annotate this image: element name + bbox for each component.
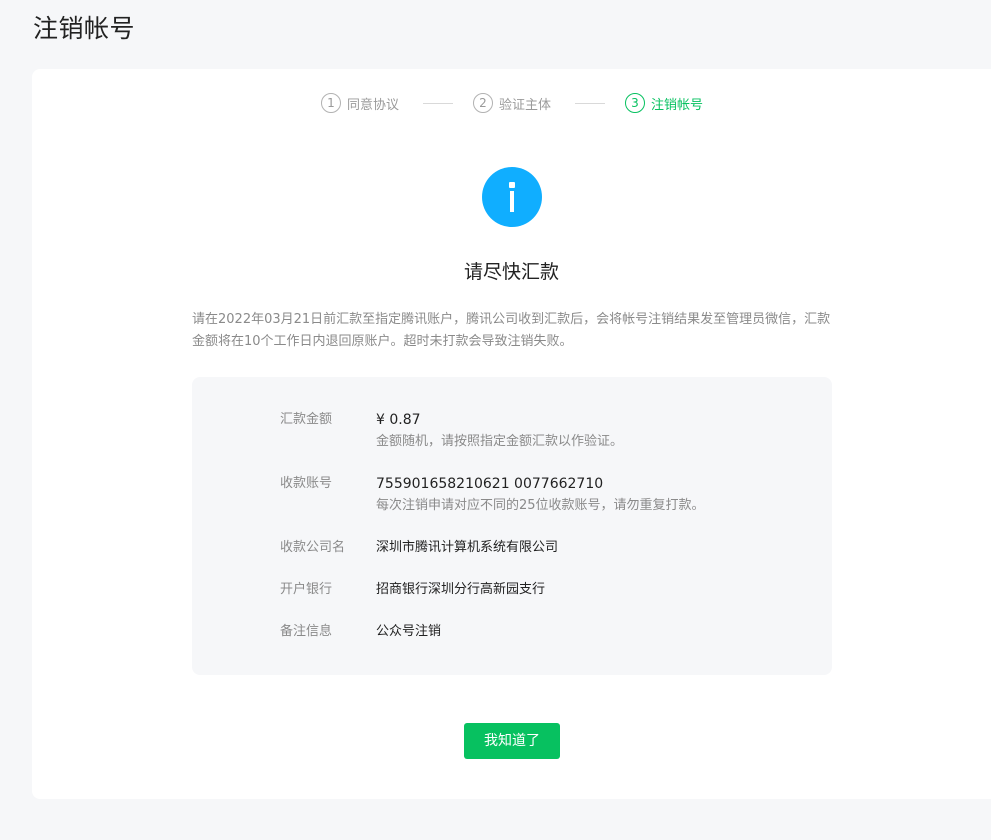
detail-row-account: 收款账号 755901658210621 0077662710 每次注销申请对应… xyxy=(280,474,705,516)
step-3: 3 注销帐号 xyxy=(625,93,703,113)
step-3-label: 注销帐号 xyxy=(651,97,704,113)
page-title: 注销帐号 xyxy=(33,14,136,43)
remark-label: 备注信息 xyxy=(280,624,333,639)
amount-hint: 金额随机，请按照指定金额汇款以作验证。 xyxy=(376,434,624,449)
step-1-number: 1 xyxy=(321,93,341,113)
main-card: 1 同意协议 2 验证主体 3 注销帐号 请尽快汇款 请在2022年03月21日… xyxy=(32,69,991,799)
remittance-details: 汇款金额 ¥ 0.87 金额随机，请按照指定金额汇款以作验证。 收款账号 755… xyxy=(192,377,832,675)
detail-row-bank: 开户银行 招商银行深圳分行高新园支行 xyxy=(280,580,545,600)
detail-row-amount: 汇款金额 ¥ 0.87 金额随机，请按照指定金额汇款以作验证。 xyxy=(280,410,623,452)
detail-row-remark: 备注信息 公众号注销 xyxy=(280,622,441,642)
step-2-label: 验证主体 xyxy=(499,97,552,113)
info-icon xyxy=(482,167,542,227)
step-indicator: 1 同意协议 2 验证主体 3 注销帐号 xyxy=(32,93,991,113)
step-2: 2 验证主体 xyxy=(473,93,551,113)
step-1: 1 同意协议 xyxy=(321,93,399,113)
account-hint: 每次注销申请对应不同的25位收款账号，请勿重复打款。 xyxy=(376,498,705,513)
step-2-number: 2 xyxy=(473,93,493,113)
step-3-number: 3 xyxy=(625,93,645,113)
step-connector xyxy=(423,103,453,104)
company-value: 深圳市腾讯计算机系统有限公司 xyxy=(376,540,559,555)
confirm-button[interactable]: 我知道了 xyxy=(464,723,560,759)
notice-heading: 请尽快汇款 xyxy=(463,261,559,283)
step-1-label: 同意协议 xyxy=(347,97,400,113)
company-label: 收款公司名 xyxy=(280,540,346,555)
notice-description: 请在2022年03月21日前汇款至指定腾讯账户，腾讯公司收到汇款后，会将帐号注销… xyxy=(192,312,831,349)
amount-value: ¥ 0.87 xyxy=(376,412,421,428)
bank-value: 招商银行深圳分行高新园支行 xyxy=(376,582,546,597)
account-value: 755901658210621 0077662710 xyxy=(376,476,604,492)
remark-value: 公众号注销 xyxy=(376,624,442,639)
amount-label: 汇款金额 xyxy=(280,412,333,427)
account-label: 收款账号 xyxy=(280,476,333,491)
detail-row-company: 收款公司名 深圳市腾讯计算机系统有限公司 xyxy=(280,538,558,558)
bank-label: 开户银行 xyxy=(280,582,333,597)
step-connector xyxy=(575,103,605,104)
